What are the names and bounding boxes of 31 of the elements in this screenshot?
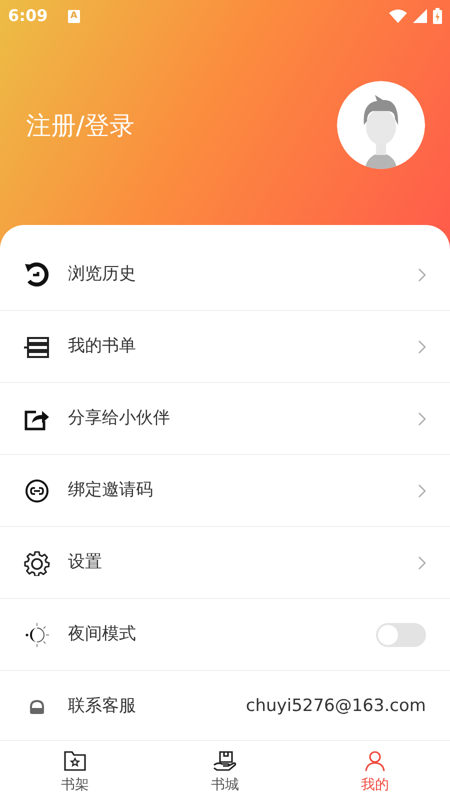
notification-icon: A [68,10,80,22]
box-hand-icon [213,750,237,772]
chevron-icon[interactable] [418,484,426,498]
stacked-list-icon [24,336,50,358]
nav-tab[interactable]: 书城 [150,741,300,801]
chevron-icon[interactable] [418,340,426,354]
menu-label: 联系客服 [68,695,136,718]
wifi-icon [389,9,407,23]
clock-arrow-icon [24,262,50,288]
menu-label[interactable]: 设置 [68,550,102,576]
toggle-switch[interactable] [376,622,426,646]
folder-star-icon [63,750,87,772]
menu-label[interactable]: 我的书单 [68,334,136,360]
person-icon [363,750,387,772]
avatar-icon[interactable] [337,81,425,169]
battery-icon [433,8,442,24]
menu-label[interactable]: 分享给小伙伴 [68,406,170,432]
signal-icon [413,9,427,23]
menu-label[interactable]: 浏览历史 [68,262,136,288]
moon-sun-icon [24,622,50,648]
gear-icon [24,550,50,576]
nav-tab[interactable]: 我的 [300,741,450,801]
link-icon [24,478,50,502]
status-time: 6:09 [8,5,48,27]
nav-tab[interactable]: 书架 [0,741,150,801]
chevron-icon[interactable] [418,268,426,282]
chevron-icon[interactable] [418,556,426,570]
contact-email[interactable]: chuyi5276@163.com [246,694,426,720]
menu-label[interactable]: 夜间模式 [68,622,136,648]
menu-label[interactable]: 绑定邀请码 [68,478,153,504]
chevron-icon[interactable] [418,412,426,426]
